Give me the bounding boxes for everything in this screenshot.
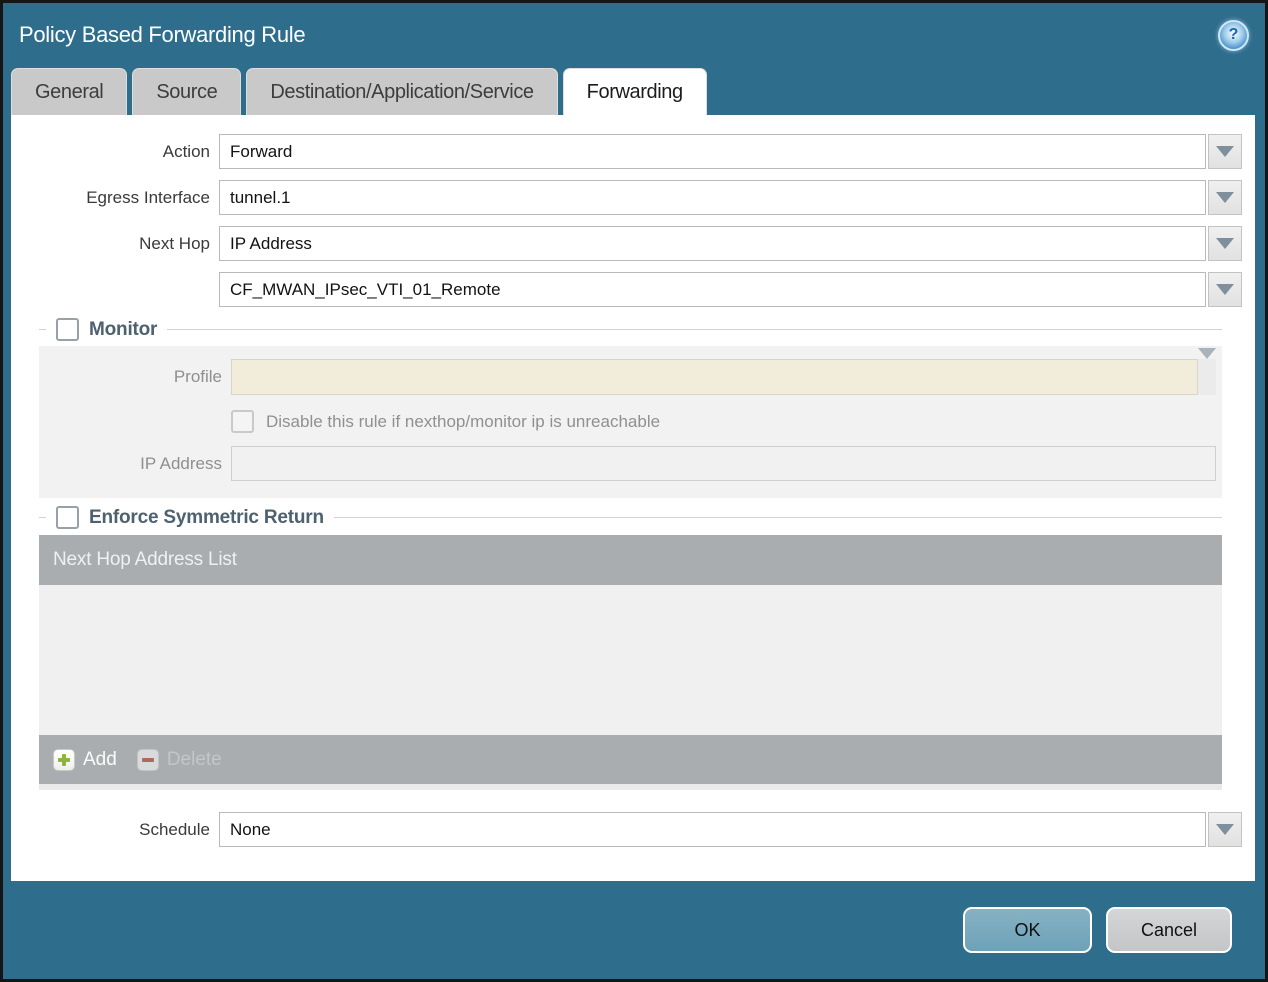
next-hop-type-dropdown: IP Address [219,226,1242,261]
monitor-ip-row: IP Address [39,446,1216,481]
help-icon[interactable]: ? [1218,19,1249,51]
add-button[interactable]: Add [53,748,117,771]
egress-interface-dropdown: tunnel.1 [219,180,1242,215]
delete-button-label: Delete [166,748,222,770]
profile-value [231,359,1198,395]
action-label: Action [162,141,210,161]
schedule-label: Schedule [139,819,210,839]
next-hop-row: Next Hop IP Address [11,226,1242,261]
tab-destination-application-service[interactable]: Destination/Application/Service [246,68,558,115]
action-dropdown: Forward [219,134,1242,169]
next-hop-address-dropdown-button[interactable] [1208,272,1242,307]
chevron-down-icon [1216,824,1234,835]
schedule-value[interactable]: None [219,812,1206,847]
ok-button[interactable]: OK [963,907,1092,953]
tab-general[interactable]: General [11,68,128,115]
action-value[interactable]: Forward [219,134,1206,169]
chevron-down-icon [1216,284,1234,295]
next-hop-address-row: CF_MWAN_IPsec_VTI_01_Remote [11,272,1242,307]
dialog-title: Policy Based Forwarding Rule [19,22,306,47]
symmetric-return-group-header: Enforce Symmetric Return [39,506,1242,529]
next-hop-label: Next Hop [139,233,210,253]
profile-dropdown-button [1198,348,1216,395]
table-body-empty[interactable] [39,585,1222,735]
dialog-titlebar: Policy Based Forwarding Rule ? [3,3,1265,67]
disable-rule-label: Disable this rule if nexthop/monitor ip … [266,411,661,431]
profile-label: Profile [173,367,222,386]
chevron-down-icon [1216,192,1234,203]
disable-rule-checkbox [231,410,254,433]
monitor-legend: Monitor [89,318,158,340]
symmetric-return-checkbox[interactable] [56,506,79,529]
plus-icon [53,748,75,771]
next-hop-address-dropdown: CF_MWAN_IPsec_VTI_01_Remote [219,272,1242,307]
schedule-dropdown: None [219,812,1242,847]
delete-button[interactable]: Delete [136,748,222,771]
tab-source[interactable]: Source [132,68,242,115]
monitor-ip-input [231,446,1216,481]
dialog-footer: OK Cancel [3,881,1265,979]
disable-rule-row: Disable this rule if nexthop/monitor ip … [231,410,1216,433]
chevron-down-icon [1198,348,1216,376]
egress-interface-row: Egress Interface tunnel.1 [11,180,1242,215]
egress-interface-value[interactable]: tunnel.1 [219,180,1206,215]
symmetric-return-legend: Enforce Symmetric Return [89,506,324,528]
action-row: Action Forward [11,134,1242,169]
table-bottom-strip [39,784,1222,790]
chevron-down-icon [1216,238,1234,249]
tab-bar: General Source Destination/Application/S… [3,67,1265,115]
egress-interface-label: Egress Interface [86,187,210,207]
profile-dropdown [231,348,1216,395]
next-hop-type-value[interactable]: IP Address [219,226,1206,261]
table-toolbar: Add Delete [39,735,1222,784]
add-button-label: Add [83,748,117,770]
next-hop-type-dropdown-button[interactable] [1208,226,1242,261]
schedule-row: Schedule None [11,812,1242,847]
table-header: Next Hop Address List [39,535,1222,585]
action-dropdown-button[interactable] [1208,134,1242,169]
next-hop-address-value[interactable]: CF_MWAN_IPsec_VTI_01_Remote [219,272,1206,307]
table-header-label: Next Hop Address List [53,549,237,570]
schedule-dropdown-button[interactable] [1208,812,1242,847]
chevron-down-icon [1216,146,1234,157]
tab-forwarding[interactable]: Forwarding [562,68,707,115]
cancel-button[interactable]: Cancel [1106,907,1232,953]
monitor-group-header: Monitor [39,318,1242,341]
minus-icon [136,748,159,771]
monitor-panel: Profile Disable this rule if nexthop/mon… [39,346,1222,498]
monitor-ip-label: IP Address [140,453,222,473]
pbf-rule-dialog: { "window": { "title": "Policy Based For… [0,0,1268,982]
monitor-checkbox[interactable] [56,318,79,341]
next-hop-address-list-table: Next Hop Address List Add Delete [39,535,1222,790]
profile-row: Profile [39,348,1216,395]
forwarding-tab-panel: Action Forward Egress Interface tunnel.1… [11,115,1255,881]
egress-interface-dropdown-button[interactable] [1208,180,1242,215]
